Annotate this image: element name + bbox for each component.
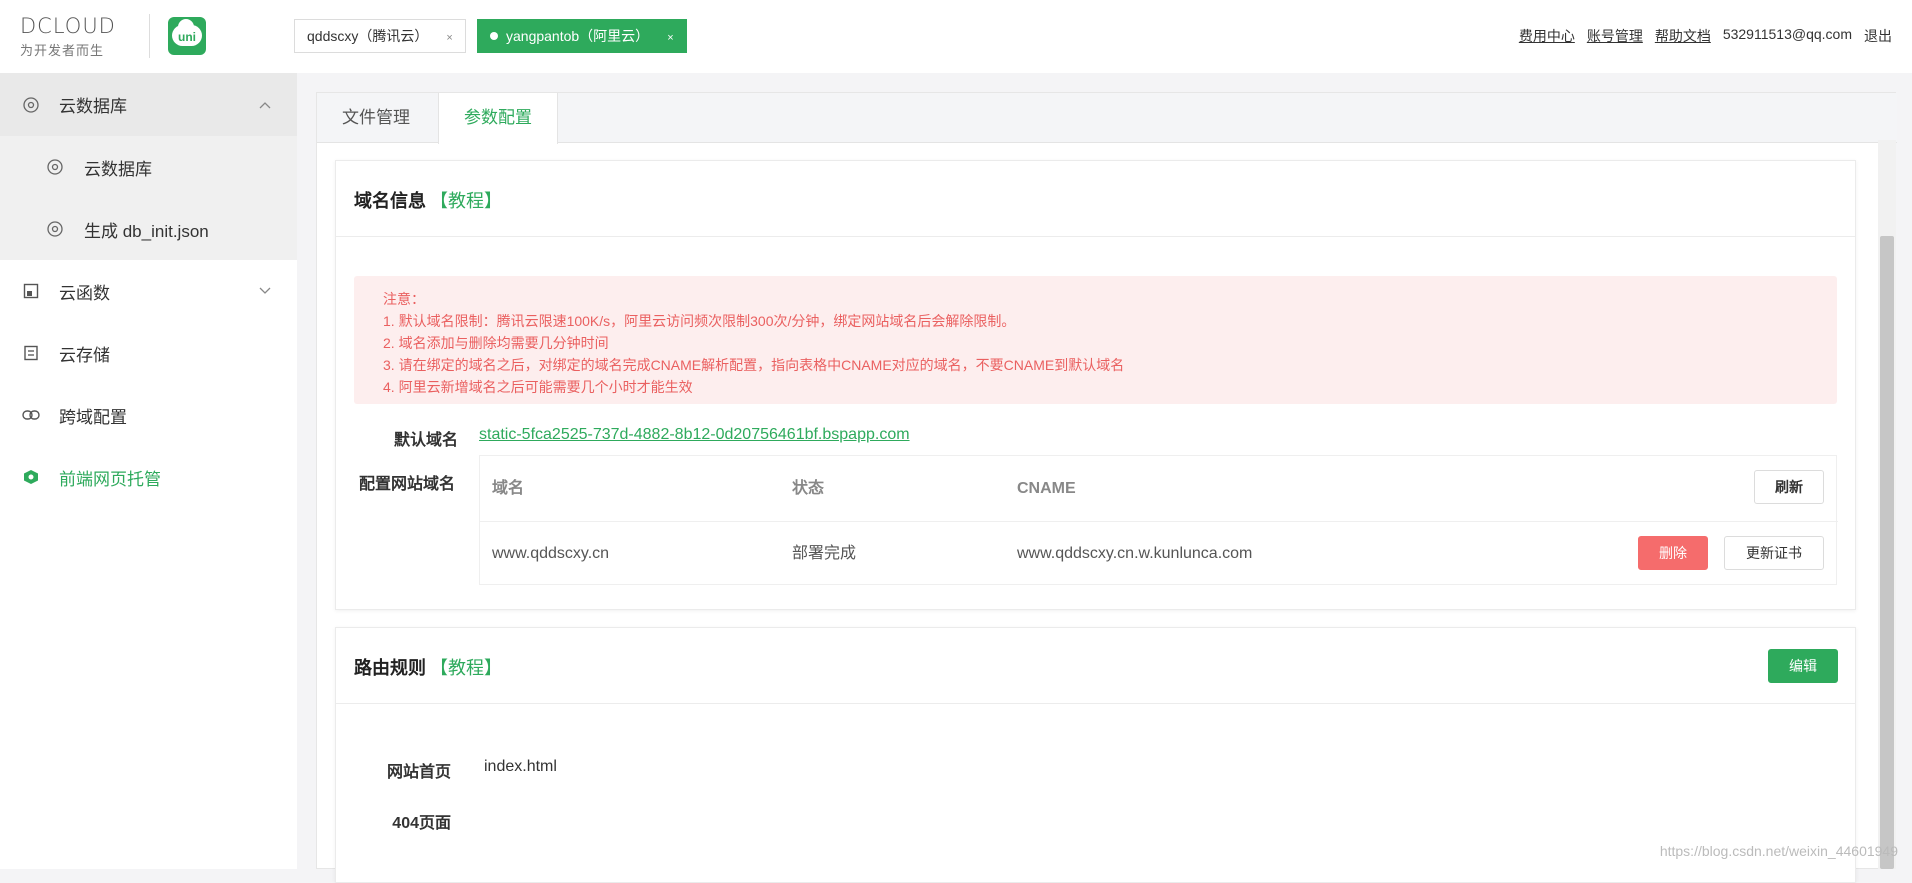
link-icon [22, 406, 40, 424]
active-dot-icon [490, 32, 498, 40]
watermark-text: https://blog.csdn.net/weixin_44601949 [1659, 843, 1898, 859]
not-found-page-label: 404页面 [392, 815, 451, 832]
domain-info-card: 域名信息 【教程】 注意： 1. 默认域名限制：腾讯云限速100K/s，阿里云访问… [335, 160, 1856, 610]
sidebar-subitem-db-init[interactable]: 生成 db_init.json [0, 198, 297, 260]
billing-link[interactable]: 费用中心 [1519, 26, 1575, 46]
space-tab-label: qddscxy（腾讯云） [307, 28, 429, 44]
route-rules-title: 路由规则 [354, 658, 426, 678]
delete-button[interactable]: 删除 [1638, 536, 1708, 570]
main-panel: 文件管理 参数配置 域名信息 【教程】 注意： 1. 默认域名限制：腾讯云限速10… [316, 92, 1897, 883]
logo-divider [149, 14, 150, 58]
chevron-down-icon [259, 284, 271, 298]
header-links: 费用中心 账号管理 帮助文档 532911513@qq.com 退出 [1519, 26, 1892, 46]
sidebar-item-label: 生成 db_init.json [84, 221, 209, 241]
route-rules-card: 路由规则 【教程】 编辑 网站首页 index.html 404页面 [335, 627, 1856, 883]
refresh-button[interactable]: 刷新 [1754, 470, 1824, 504]
default-domain-label: 默认域名 [394, 432, 459, 449]
sidebar-item-label: 前端网页托管 [59, 469, 161, 489]
sidebar-item-cors[interactable]: 跨域配置 [0, 384, 297, 446]
sidebar-item-label: 云数据库 [59, 97, 127, 116]
sidebar-item-cloud-storage[interactable]: 云存储 [0, 322, 297, 384]
cname-cell: www.qddscxy.cn.w.kunlunca.com [1017, 545, 1253, 562]
uni-cloud-logo[interactable]: uni [168, 17, 206, 55]
default-domain-link[interactable]: static-5fca2525-737d-4882-8b12-0d2075646… [479, 426, 910, 444]
status-cell: 部署完成 [792, 545, 857, 562]
notice-line: 2. 域名添加与删除均需要几分钟时间 [383, 335, 609, 351]
space-tab-label: yangpantob（阿里云） [506, 28, 650, 44]
tab-file-management[interactable]: 文件管理 [317, 93, 435, 143]
page-tabs: 文件管理 参数配置 [317, 93, 1897, 144]
logout-link[interactable]: 退出 [1864, 26, 1892, 46]
notice-line: 3. 请在绑定的域名之后，对绑定的域名完成CNAME解析配置，指向表格中CNAM… [383, 357, 1125, 373]
close-icon[interactable]: × [446, 32, 452, 44]
uni-logo-text: uni [178, 30, 196, 44]
user-email: 532911513@qq.com [1722, 26, 1852, 42]
docs-link[interactable]: 帮助文档 [1655, 26, 1711, 46]
table-row: www.qddscxy.cn 部署完成 www.qddscxy.cn.w.kun… [480, 522, 1838, 586]
sidebar: 云数据库 云数据库 生成 db_init.json 云函数 云存储 跨域配置 前… [0, 73, 297, 869]
column-header-status: 状态 [792, 480, 825, 497]
column-header-cname: CNAME [1017, 480, 1076, 497]
card-header: 路由规则 【教程】 编辑 [336, 628, 1855, 704]
sidebar-item-label: 云函数 [59, 283, 110, 303]
eye-icon [46, 220, 64, 238]
notice-line: 注意： [383, 291, 425, 307]
card-header: 域名信息 【教程】 [336, 161, 1855, 237]
sidebar-item-cloud-function[interactable]: 云函数 [0, 260, 297, 322]
close-icon[interactable]: × [667, 32, 673, 44]
dcloud-logo[interactable]: DCLOUD 为开发者而生 [20, 14, 138, 60]
space-tab-qddscxy[interactable]: qddscxy（腾讯云） × [294, 19, 466, 53]
eye-icon [22, 96, 40, 114]
account-link[interactable]: 账号管理 [1587, 26, 1643, 46]
sidebar-group-database: 云数据库 云数据库 生成 db_init.json [0, 73, 297, 260]
card-title: 域名信息 【教程】 [354, 187, 502, 213]
update-cert-button[interactable]: 更新证书 [1724, 536, 1824, 570]
table-header: 域名 状态 CNAME 刷新 [480, 456, 1838, 522]
notice-line: 1. 默认域名限制：腾讯云限速100K/s，阿里云访问频次限制300次/分钟，绑… [383, 313, 1016, 329]
domain-table: 域名 状态 CNAME 刷新 www.qddscxy.cn 部署完成 www.q… [479, 455, 1838, 586]
domain-cell: www.qddscxy.cn [492, 545, 610, 562]
hosting-icon [22, 468, 40, 486]
site-domain-label: 配置网站域名 [359, 476, 456, 493]
scrollbar-thumb[interactable] [1880, 236, 1894, 869]
notice-line: 4. 阿里云新增域名之后可能需要几个小时才能生效 [383, 379, 693, 395]
tutorial-link[interactable]: 【教程】 [430, 191, 502, 211]
sidebar-subitem-cloud-database[interactable]: 云数据库 [0, 136, 297, 198]
space-tab-yangpantob[interactable]: yangpantob（阿里云） × [477, 19, 687, 53]
tutorial-link[interactable]: 【教程】 [430, 658, 502, 678]
sidebar-item-label: 跨域配置 [59, 407, 127, 427]
edit-button[interactable]: 编辑 [1768, 649, 1838, 683]
sidebar-item-cloud-database[interactable]: 云数据库 [0, 73, 297, 136]
chevron-up-icon [259, 98, 271, 112]
function-icon [22, 282, 40, 300]
home-page-value: index.html [484, 758, 557, 775]
storage-icon [22, 344, 40, 362]
sidebar-item-label: 云数据库 [84, 159, 152, 179]
eye-icon [46, 158, 64, 176]
tab-parameter-config[interactable]: 参数配置 [438, 93, 558, 144]
sidebar-item-web-hosting[interactable]: 前端网页托管 [0, 446, 297, 508]
notice-box: 注意： 1. 默认域名限制：腾讯云限速100K/s，阿里云访问频次限制300次/… [354, 276, 1837, 404]
home-page-label: 网站首页 [386, 764, 451, 781]
sidebar-item-label: 云存储 [59, 345, 110, 365]
card-title: 路由规则 【教程】 [354, 654, 502, 680]
domain-info-title: 域名信息 [354, 191, 426, 211]
logo-slogan: 为开发者而生 [20, 43, 105, 58]
logo-text: DCLOUD [20, 14, 116, 38]
top-header: DCLOUD 为开发者而生 uni qddscxy（腾讯云） × yangpant… [0, 0, 1912, 73]
column-header-domain: 域名 [492, 480, 525, 497]
